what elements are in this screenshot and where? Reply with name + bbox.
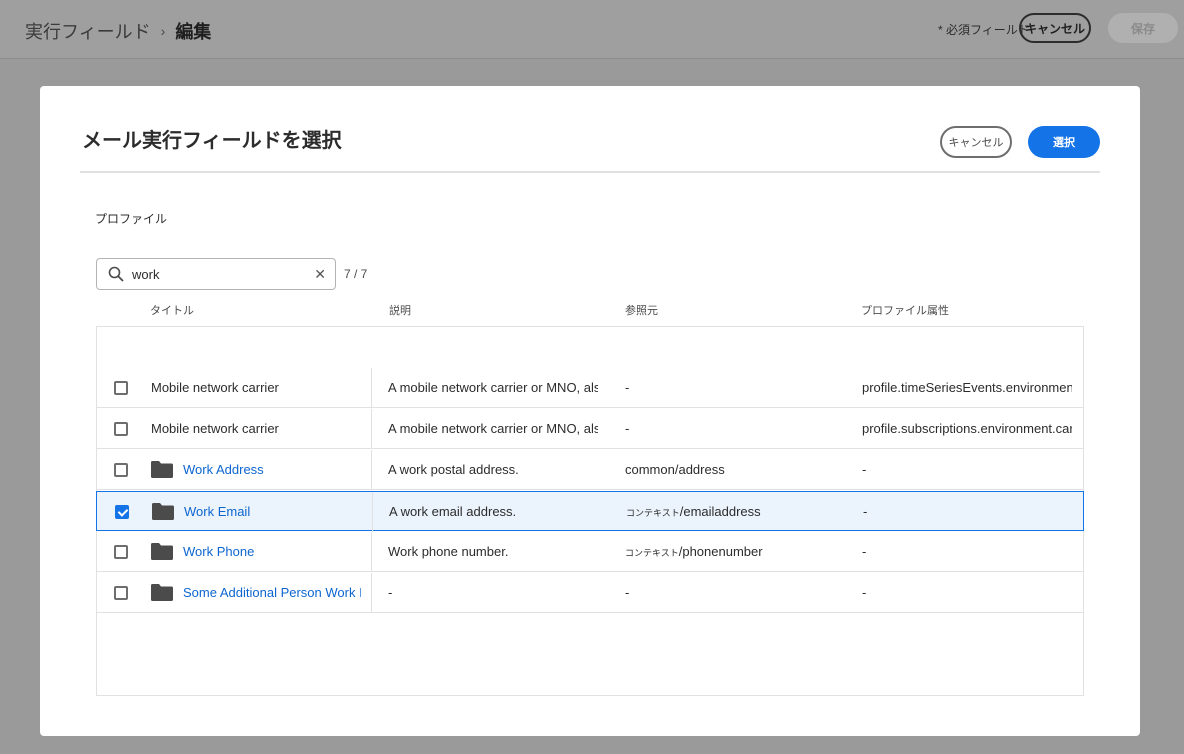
row-description: A work email address. (389, 504, 517, 519)
select-field-dialog: メール実行フィールドを選択 キャンセル 選択 プロファイル work ✕ 7 /… (40, 86, 1140, 736)
row-source-prefix: コンテキスト (625, 548, 679, 558)
folder-icon (151, 543, 173, 565)
breadcrumb-current: 編集 (175, 22, 212, 42)
row-attribute: profile.timeSeriesEvents.environment (862, 380, 1072, 395)
row-checkbox[interactable] (114, 463, 128, 477)
row-source-path: - (625, 585, 630, 600)
row-source-path: common/address (625, 462, 725, 477)
row-description: - (388, 585, 393, 600)
row-source: コンテキスト/phonenumber (625, 544, 835, 559)
folder-icon (151, 461, 173, 483)
row-checkbox[interactable] (114, 545, 128, 559)
dialog-select-button[interactable]: 選択 (1028, 126, 1100, 158)
section-label: プロファイル (95, 212, 168, 226)
table-row[interactable]: Some Additional Person Work I - - - (97, 573, 1083, 613)
row-source-path: - (625, 380, 630, 395)
table-row[interactable]: Mobile network carrier A mobile network … (97, 368, 1083, 408)
row-attribute: - (862, 462, 867, 477)
column-divider (371, 573, 372, 613)
column-header-description[interactable]: 説明 (389, 302, 411, 318)
row-checkbox[interactable] (114, 586, 128, 600)
row-source-path: /emailaddress (679, 504, 761, 519)
save-button[interactable]: 保存 (1108, 13, 1178, 43)
row-checkbox[interactable] (114, 422, 128, 436)
row-title-link[interactable]: Work Address (183, 462, 361, 477)
column-divider (372, 492, 373, 532)
folder-icon (151, 584, 173, 606)
divider (80, 171, 1100, 173)
breadcrumb-parent[interactable]: 実行フィールド (25, 18, 151, 44)
row-title: Mobile network carrier (151, 380, 279, 395)
row-checkbox[interactable] (114, 381, 128, 395)
column-divider (371, 409, 372, 449)
row-source-path: - (625, 421, 630, 436)
app-header: 実行フィールド › 編集 * 必須フィールド キャンセル 保存 (0, 0, 1184, 59)
column-header-source[interactable]: 参照元 (625, 302, 658, 318)
dialog-title: メール実行フィールドを選択 (82, 130, 342, 152)
breadcrumb: 実行フィールド › 編集 (25, 18, 211, 44)
row-source: - (625, 380, 835, 395)
row-source: コンテキスト/emailaddress (626, 504, 836, 519)
row-attribute: - (862, 544, 867, 559)
row-source: - (625, 585, 835, 600)
clear-icon[interactable]: ✕ (314, 266, 326, 283)
row-title-link[interactable]: Work Phone (183, 544, 361, 559)
folder-icon (152, 503, 174, 525)
search-input[interactable]: work (132, 267, 159, 282)
table-row-selected[interactable]: Work Email A work email address. コンテキスト/… (96, 491, 1084, 532)
row-checkbox-checked[interactable] (115, 505, 129, 519)
row-description: A work postal address. (388, 462, 519, 477)
row-source-prefix: コンテキスト (626, 508, 680, 518)
row-attribute: profile.subscriptions.environment.car (862, 421, 1072, 436)
result-count: 7 / 7 (344, 267, 368, 281)
row-description: A mobile network carrier or MNO, als (388, 421, 598, 436)
table-row[interactable]: Work Phone Work phone number. コンテキスト/pho… (97, 532, 1083, 572)
row-source: common/address (625, 462, 835, 477)
search-icon (108, 266, 124, 287)
search-field[interactable]: work ✕ (96, 258, 336, 290)
row-description: Work phone number. (388, 544, 509, 559)
row-description: A mobile network carrier or MNO, als (388, 380, 598, 395)
dialog-cancel-button[interactable]: キャンセル (940, 126, 1012, 158)
row-source-path: /phonenumber (678, 544, 763, 559)
row-attribute: - (862, 585, 867, 600)
row-title-link[interactable]: Work Email (184, 504, 362, 519)
row-title-link[interactable]: Some Additional Person Work I (183, 585, 361, 600)
cancel-button[interactable]: キャンセル (1019, 13, 1091, 43)
column-divider (371, 368, 372, 408)
column-divider (371, 532, 372, 572)
chevron-right-icon: › (160, 23, 166, 39)
row-attribute: - (863, 504, 868, 519)
column-header-profile-attribute[interactable]: プロファイル属性 (861, 302, 949, 318)
row-title: Mobile network carrier (151, 421, 279, 436)
column-divider (371, 450, 372, 490)
column-header-title[interactable]: タイトル (150, 302, 194, 318)
row-source: - (625, 421, 835, 436)
required-fields-note: * 必須フィールド (938, 23, 1030, 37)
fields-table: Mobile network carrier A mobile network … (96, 326, 1084, 696)
table-row[interactable]: Mobile network carrier A mobile network … (97, 409, 1083, 449)
table-row[interactable]: Work Address A work postal address. comm… (97, 450, 1083, 490)
